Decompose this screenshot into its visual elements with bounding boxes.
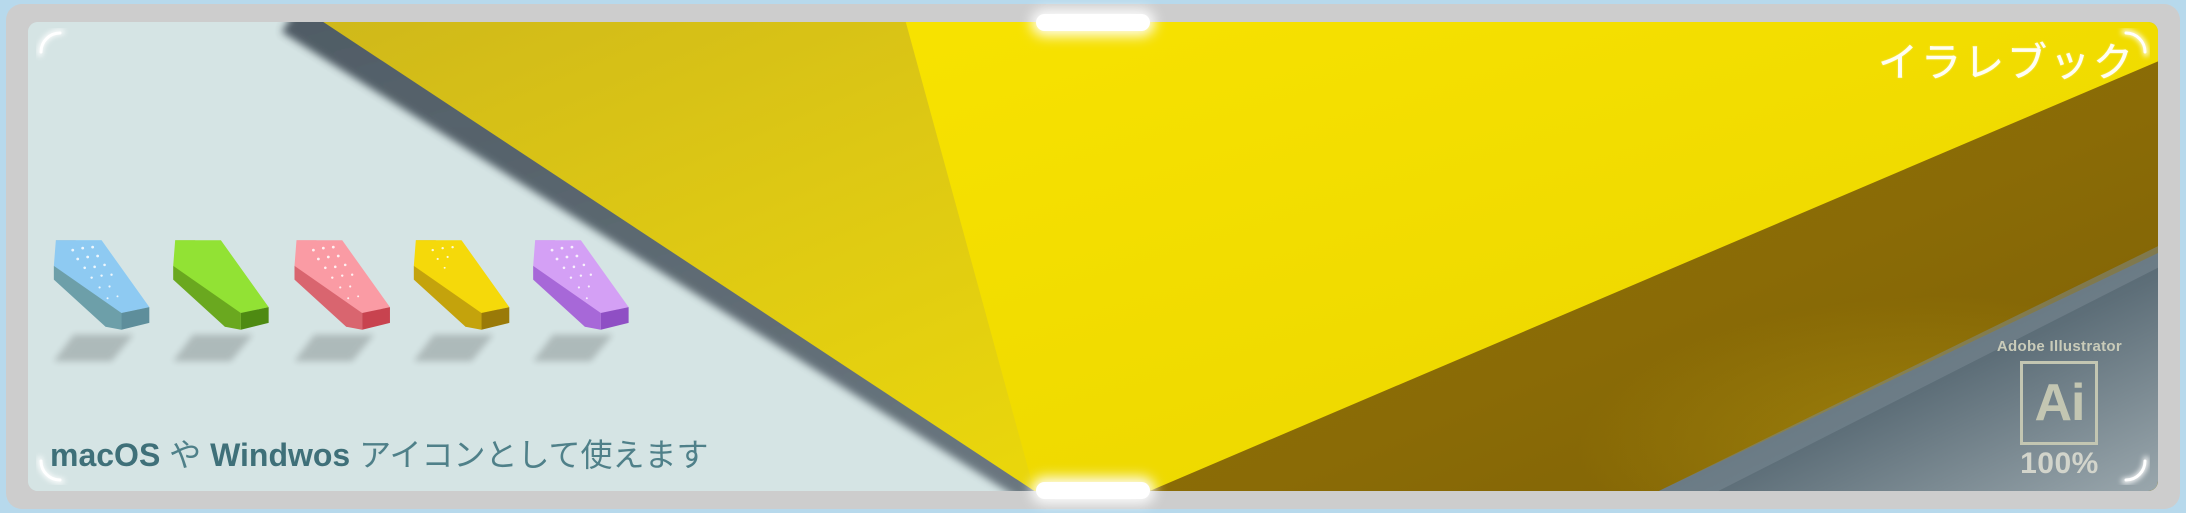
background-artwork [28, 22, 2158, 491]
caption-text: macOS や Windwos アイコンとして使えます [50, 439, 709, 471]
ai-badge-label: Adobe Illustrator [1996, 338, 2122, 355]
caption-japanese-tail: アイコンとして使えます [350, 437, 709, 473]
ai-logo-icon: Ai [2020, 361, 2099, 445]
zoom-percent-label: 100% [2020, 447, 2099, 480]
adobe-illustrator-badge: Adobe Illustrator Ai 100% [1997, 338, 2122, 481]
device-frame: macOS や Windwos アイコンとして使えます イラレブック Adobe… [6, 4, 2180, 509]
screenshot-stage: macOS や Windwos アイコンとして使えます イラレブック Adobe… [0, 0, 2186, 513]
ai-logo-text: Ai [2034, 374, 2085, 432]
screen: macOS や Windwos アイコンとして使えます イラレブック Adobe… [28, 22, 2158, 491]
caption-macos: macOS [50, 437, 161, 473]
caption-windwos: Windwos [210, 437, 351, 473]
caption-ya: や [160, 437, 211, 473]
screen-inner: macOS や Windwos アイコンとして使えます イラレブック Adobe… [28, 22, 2158, 491]
top-notch [1036, 14, 1150, 31]
watermark-irarebook: イラレブック [1878, 41, 2136, 86]
bottom-notch [1036, 482, 1150, 499]
